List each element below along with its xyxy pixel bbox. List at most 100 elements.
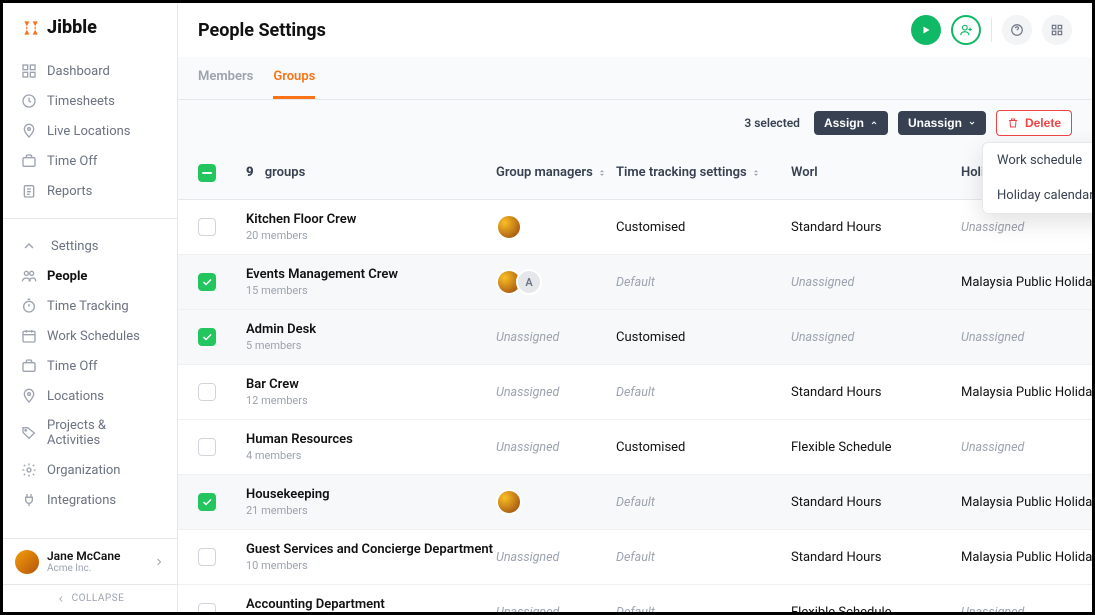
tracking-cell: Default [616, 385, 791, 400]
dropdown-item-work-schedule[interactable]: Work schedule [983, 143, 1092, 178]
help-button[interactable] [1002, 15, 1032, 45]
unassigned-text: Unassigned [496, 440, 559, 455]
unassigned-text: Unassigned [496, 550, 559, 565]
check-icon [201, 496, 213, 508]
group-name-cell[interactable]: Accounting Department3 members [246, 597, 496, 612]
group-name-cell[interactable]: Guest Services and Concierge Department1… [246, 542, 496, 572]
sort-icon [751, 168, 761, 178]
avatar [15, 550, 39, 574]
sidebar-item-label: Projects & Activities [47, 418, 159, 448]
holiday-cell: Unassigned [961, 330, 1092, 345]
select-all-checkbox[interactable] [198, 164, 216, 182]
group-name-cell[interactable]: Admin Desk5 members [246, 322, 496, 352]
sidebar-item-organization[interactable]: Organization [3, 455, 177, 485]
add-user-button[interactable] [951, 15, 981, 45]
column-tracking[interactable]: Time tracking settings [616, 165, 791, 180]
column-managers[interactable]: Group managers [496, 165, 616, 180]
sidebar-item-dashboard[interactable]: Dashboard [3, 56, 177, 86]
sidebar-item-locations[interactable]: Locations [3, 381, 177, 411]
chevron-down-icon [968, 119, 976, 127]
group-name: Human Resources [246, 432, 496, 447]
table-row: Events Management Crew15 membersADefault… [178, 255, 1092, 310]
user-card[interactable]: Jane McCane Acme Inc. [3, 538, 177, 584]
sidebar-item-projects[interactable]: Projects & Activities [3, 411, 177, 455]
tab-members[interactable]: Members [198, 57, 253, 99]
user-org: Acme Inc. [47, 563, 145, 574]
tracking-cell: Default [616, 495, 791, 510]
row-checkbox[interactable] [198, 383, 216, 401]
sidebar-item-time-off[interactable]: Time Off [3, 146, 177, 176]
play-icon [920, 24, 932, 36]
tracking-cell: Customised [616, 330, 791, 345]
group-name-cell[interactable]: Events Management Crew15 members [246, 267, 496, 297]
sidebar-item-time-off-settings[interactable]: Time Off [3, 351, 177, 381]
holiday-cell: Unassigned [961, 605, 1092, 613]
check-icon [201, 276, 213, 288]
notifications-button[interactable] [1042, 15, 1072, 45]
row-checkbox[interactable] [198, 328, 216, 346]
clipboard-icon [21, 183, 37, 199]
sidebar-item-timesheets[interactable]: Timesheets [3, 86, 177, 116]
table-header: 9 groups Group managers Time tracking se… [178, 146, 1092, 200]
brand-logo[interactable]: Jibble [3, 3, 177, 52]
row-checkbox[interactable] [198, 438, 216, 456]
sidebar-settings-toggle[interactable]: Settings [3, 231, 177, 261]
sidebar-item-integrations[interactable]: Integrations [3, 485, 177, 515]
row-checkbox[interactable] [198, 493, 216, 511]
sidebar-item-people[interactable]: People [3, 261, 177, 291]
delete-label: Delete [1025, 116, 1061, 130]
table-row: Housekeeping21 membersDefaultStandard Ho… [178, 475, 1092, 530]
bulk-toolbar: 3 selected Assign Unassign Delete Work s… [178, 100, 1092, 146]
holiday-cell: Malaysia Public Holidays Cal [961, 495, 1092, 510]
group-name: Kitchen Floor Crew [246, 212, 496, 227]
schedule-cell: Standard Hours [791, 385, 961, 400]
tab-groups[interactable]: Groups [273, 57, 315, 99]
holiday-cell: Malaysia Public Holidays Cal [961, 275, 1092, 290]
holiday-cell: Malaysia Public Holidays Cal [961, 385, 1092, 400]
group-subtext: 20 members [246, 229, 496, 242]
sidebar-item-label: Live Locations [47, 124, 131, 139]
row-checkbox[interactable] [198, 218, 216, 236]
unassign-button[interactable]: Unassign [898, 111, 986, 135]
group-subtext: 5 members [246, 339, 496, 352]
trash-icon [1007, 117, 1019, 129]
dropdown-item-holiday-calendar[interactable]: Holiday calendar [983, 178, 1092, 213]
table-row: Human Resources 4 membersUnassigned Custom… [178, 420, 1092, 475]
sidebar-item-label: Time Tracking [47, 299, 129, 314]
suitcase-icon [21, 153, 37, 169]
managers-cell: Unassigned [496, 550, 616, 565]
group-name-cell[interactable]: Bar Crew12 members [246, 377, 496, 407]
divider [991, 18, 992, 42]
managers-cell: Unassigned [496, 440, 616, 455]
row-checkbox[interactable] [198, 548, 216, 566]
suitcase-icon [21, 358, 37, 374]
gear-icon [21, 462, 37, 478]
column-groups[interactable]: 9 groups [246, 165, 496, 180]
sidebar-item-reports[interactable]: Reports [3, 176, 177, 206]
start-timer-button[interactable] [911, 15, 941, 45]
help-icon [1010, 23, 1024, 37]
tracking-cell: Default [616, 605, 791, 613]
group-name-cell[interactable]: Human Resources 4 members [246, 432, 496, 462]
collapse-button[interactable]: COLLAPSE [3, 584, 177, 612]
group-subtext: 4 members [246, 449, 496, 462]
tracking-cell: Customised [616, 220, 791, 235]
sidebar-item-live-locations[interactable]: Live Locations [3, 116, 177, 146]
assign-button[interactable]: Assign [814, 111, 888, 135]
sidebar-item-work-schedules[interactable]: Work Schedules [3, 321, 177, 351]
avatar [496, 214, 522, 240]
sidebar-item-time-tracking[interactable]: Time Tracking [3, 291, 177, 321]
grid-icon [1050, 23, 1064, 37]
tracking-cell: Customised [616, 440, 791, 455]
row-checkbox[interactable] [198, 603, 216, 612]
unassigned-text: Unassigned [496, 330, 559, 345]
group-name-cell[interactable]: Kitchen Floor Crew 20 members [246, 212, 496, 242]
collapse-label: COLLAPSE [72, 593, 125, 604]
column-schedule[interactable]: Worl [791, 165, 961, 180]
delete-button[interactable]: Delete [996, 110, 1072, 136]
managers-cell: Unassigned [496, 385, 616, 400]
group-name-cell[interactable]: Housekeeping21 members [246, 487, 496, 517]
row-checkbox[interactable] [198, 273, 216, 291]
selected-count: 3 selected [744, 116, 800, 130]
group-name: Bar Crew [246, 377, 496, 392]
